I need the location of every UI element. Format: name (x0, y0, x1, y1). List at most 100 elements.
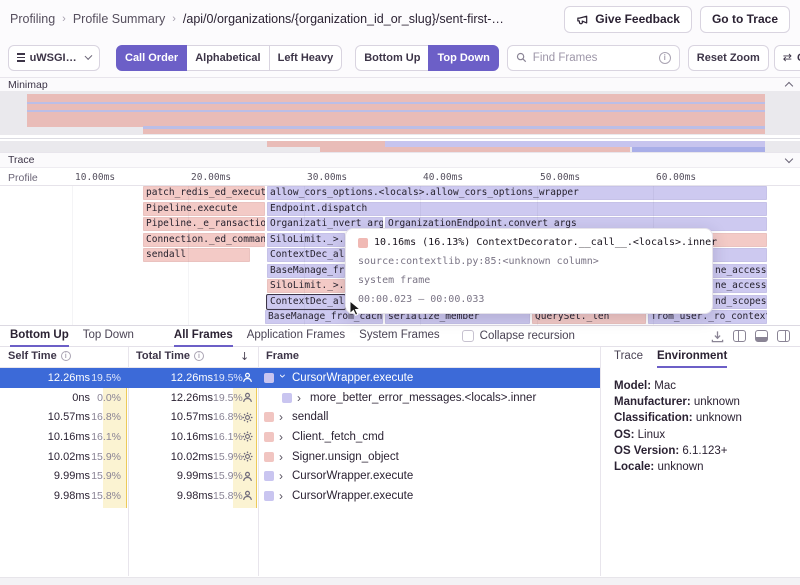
toolbar: uWSGIWor… Call OrderAlphabeticalLeft Hea… (0, 38, 800, 78)
frame-cell[interactable]: › Signer.unsign_object (258, 451, 600, 463)
frame-cell[interactable]: ›Client._fetch_cmd (258, 431, 600, 443)
self-time-header[interactable]: Self Timei (8, 350, 71, 362)
chevron-right-icon[interactable]: › (279, 412, 287, 422)
chevron-right-icon[interactable]: › (279, 452, 287, 462)
total-time-pct: 16.1% (213, 431, 237, 443)
sort-descending-icon[interactable]: ↓ (240, 350, 249, 363)
chevron-right-icon[interactable]: › (279, 432, 287, 442)
reset-zoom-button[interactable]: Reset Zoom (688, 45, 769, 71)
flame-frame[interactable]: ne_access (712, 264, 767, 278)
total-time-value: 12.26ms (128, 372, 213, 384)
user-frame-icon (237, 372, 258, 383)
swap-arrows-icon: ⇄ (783, 51, 792, 64)
table-row[interactable]: 0ns0.0%12.26ms19.5%›more_better_error_me… (0, 388, 600, 408)
direction-bottom-up[interactable]: Bottom Up (355, 45, 429, 71)
tab-all-frames[interactable]: All Frames (174, 326, 233, 347)
flame-frame[interactable]: allow_cors_options.<locals>.allow_cors_o… (267, 186, 767, 200)
chevron-right-icon[interactable]: › (279, 491, 287, 501)
frame-name: CursorWrapper.execute (292, 490, 413, 502)
collapse-minimap-icon[interactable] (785, 82, 793, 90)
frame-header[interactable]: Frame (266, 350, 299, 362)
go-to-trace-button[interactable]: Go to Trace (700, 6, 790, 33)
download-icon[interactable] (711, 330, 724, 343)
total-time-pct: 19.5% (213, 392, 237, 404)
table-row[interactable]: 10.02ms15.9%10.02ms15.9%›Signer.unsign_o… (0, 447, 600, 467)
tab-top-down[interactable]: Top Down (83, 326, 134, 347)
tab-bottom-up[interactable]: Bottom Up (10, 326, 69, 347)
chevron-right-icon[interactable]: › (297, 393, 305, 403)
flame-frame[interactable] (712, 233, 767, 247)
flame-frame[interactable]: SiloLimit._>.over (267, 233, 345, 247)
layout-right-icon[interactable] (777, 330, 790, 342)
give-feedback-button[interactable]: Give Feedback (564, 6, 692, 33)
frame-cell[interactable]: ›sendall (258, 411, 600, 423)
flame-frame[interactable]: Pipeline.execute (143, 202, 265, 216)
flame-frame[interactable]: SiloLimit._>.over (267, 279, 345, 293)
sort-alphabetical[interactable]: Alphabetical (186, 45, 269, 71)
direction-top-down[interactable]: Top Down (428, 45, 498, 71)
total-time-pct: 19.5% (213, 372, 237, 384)
flamegraph-canvas[interactable]: patch_redis_ed_executeallow_cors_options… (0, 186, 800, 325)
flame-frame[interactable] (712, 248, 767, 262)
info-icon[interactable]: i (61, 351, 71, 361)
table-row[interactable]: 9.98ms15.8%9.98ms15.8%›CursorWrapper.exe… (0, 486, 600, 506)
minimap-canvas[interactable] (0, 91, 800, 152)
chevron-right-icon[interactable]: › (279, 471, 287, 481)
self-time-pct: 15.8% (90, 490, 128, 502)
search-info-icon[interactable]: i (659, 52, 671, 64)
minimap-header: Minimap (0, 78, 800, 91)
tab-system-frames[interactable]: System Frames (359, 326, 440, 347)
sort-call-order[interactable]: Call Order (116, 45, 187, 71)
self-time-value: 10.57ms (0, 411, 90, 423)
layout-bottom-icon[interactable] (755, 330, 768, 342)
collapse-recursion-checkbox[interactable] (462, 330, 474, 342)
self-time-value: 9.98ms (0, 490, 90, 502)
expand-trace-icon[interactable] (785, 154, 793, 162)
table-row[interactable]: 10.16ms16.1%10.16ms16.1%›Client._fetch_c… (0, 427, 600, 447)
breadcrumb-profiling[interactable]: Profiling (10, 12, 55, 26)
frame-color-swatch (264, 432, 274, 442)
layout-left-icon[interactable] (733, 330, 746, 342)
frame-cell[interactable]: ›CursorWrapper.execute (258, 470, 600, 482)
color-coding-button[interactable]: ⇄ Color Coding (774, 45, 800, 71)
info-icon[interactable]: i (194, 351, 204, 361)
flame-frame[interactable]: patch_redis_ed_execute (143, 186, 265, 200)
flame-frame[interactable]: Pipeline._e_ransaction (143, 217, 265, 231)
time-axis: Profile 10.00ms20.00ms30.00ms40.00ms50.0… (0, 168, 800, 186)
flame-frame[interactable]: BaseManage_from_c (267, 264, 345, 278)
table-row[interactable]: 12.26ms19.5%12.26ms19.5%›CursorWrapper.e… (0, 368, 600, 388)
frame-cell[interactable]: › CursorWrapper.execute (258, 490, 600, 502)
details-tab-trace[interactable]: Trace (614, 347, 643, 368)
user-frame-icon (237, 490, 258, 501)
sort-left-heavy[interactable]: Left Heavy (269, 45, 343, 71)
frame-color-swatch (264, 373, 274, 383)
total-time-value: 9.99ms (128, 470, 213, 482)
frame-cell[interactable]: ›CursorWrapper.execute (258, 372, 600, 384)
profile-label: Profile (8, 172, 38, 184)
frame-name: Signer.unsign_object (292, 451, 399, 463)
details-tab-environment[interactable]: Environment (657, 347, 727, 368)
table-row[interactable]: 10.57ms16.8%10.57ms16.8%›sendall (0, 407, 600, 427)
self-time-value: 0ns (0, 392, 90, 404)
thread-selector[interactable]: uWSGIWor… (8, 45, 100, 71)
total-time-value: 10.57ms (128, 411, 213, 423)
flame-frame[interactable]: ne_access (712, 279, 767, 293)
frame-tooltip: 10.16ms (16.13%) ContextDecorator.__call… (345, 228, 713, 314)
tooltip-title: 10.16ms (16.13%) ContextDecorator.__call… (374, 237, 717, 248)
flame-frame[interactable]: Endpoint.dispatch (267, 202, 767, 216)
search-input[interactable] (533, 52, 653, 64)
flame-frame[interactable]: nd_scopes (712, 295, 767, 309)
flame-frame[interactable]: sendall (143, 248, 250, 262)
table-row[interactable]: 9.99ms15.9%9.99ms15.9%›CursorWrapper.exe… (0, 466, 600, 486)
minimap-block (0, 138, 800, 139)
total-time-header[interactable]: Total Timei (136, 350, 204, 362)
gear-frame-icon (237, 431, 258, 442)
frame-cell[interactable]: ›more_better_error_messages.<locals>.inn… (258, 392, 600, 404)
trace-label: Trace (8, 154, 34, 166)
flame-frame[interactable]: ContextDec_als>.i (267, 295, 345, 309)
tab-application-frames[interactable]: Application Frames (247, 326, 345, 347)
breadcrumb-profile-summary[interactable]: Profile Summary (73, 12, 165, 26)
flame-frame[interactable]: ContextDec_als>.i (267, 248, 345, 262)
chevron-down-icon[interactable]: › (278, 374, 288, 382)
flame-frame[interactable]: Connection._ed_command (143, 233, 265, 247)
